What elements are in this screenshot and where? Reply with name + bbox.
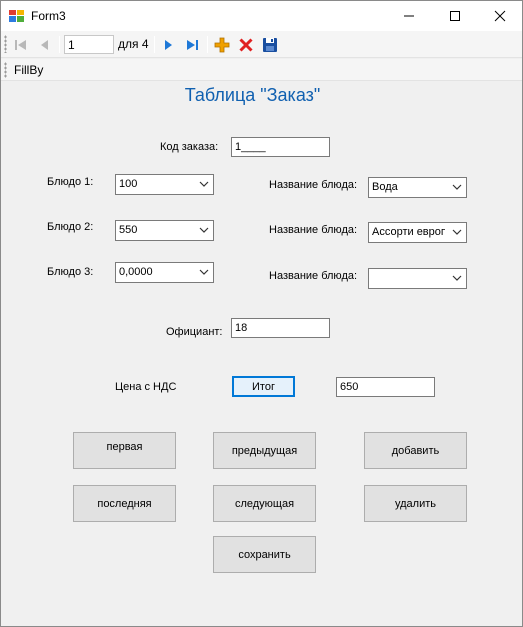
move-previous-button[interactable]	[34, 34, 56, 56]
form-icon	[9, 10, 24, 22]
waiter-input[interactable]	[231, 318, 330, 338]
close-icon	[494, 10, 506, 22]
chevron-down-icon	[199, 181, 209, 187]
position-input[interactable]	[64, 35, 114, 54]
page-title: Таблица "Заказ"	[184, 85, 321, 105]
delete-button[interactable]	[235, 34, 257, 56]
order-code-input[interactable]	[231, 137, 330, 157]
dishname3-label: Название блюда:	[269, 270, 358, 282]
delete-record-button[interactable]: удалить	[364, 485, 467, 522]
dishname3-select[interactable]	[368, 268, 467, 289]
move-first-icon	[15, 40, 26, 50]
add-button[interactable]: добавить	[364, 432, 467, 469]
toolstrip-grip[interactable]	[4, 35, 7, 53]
chevron-down-icon	[452, 275, 462, 281]
toolstrip-separator	[154, 36, 155, 53]
dishname2-label: Название блюда:	[269, 224, 358, 236]
order-code-label: Код заказа:	[160, 141, 219, 153]
dish3-label: Блюдо 3:	[47, 266, 94, 278]
add-icon	[214, 37, 230, 53]
maximize-button[interactable]	[432, 1, 478, 31]
delete-icon	[239, 38, 253, 52]
move-first-button[interactable]	[10, 34, 32, 56]
toolstrip-separator	[59, 36, 60, 53]
chevron-down-icon	[452, 184, 462, 190]
dish1-value: 100	[119, 178, 138, 190]
dish3-select[interactable]: 0,0000	[115, 262, 214, 283]
save-items-button[interactable]	[259, 34, 281, 56]
toolstrip-separator	[207, 36, 208, 53]
dish1-select[interactable]: 100	[115, 174, 214, 195]
dish2-select[interactable]: 550	[115, 220, 214, 241]
move-last-icon	[187, 40, 198, 50]
price-label: Цена с НДС	[115, 381, 177, 393]
window-title: Form3	[31, 9, 66, 23]
dish2-value: 550	[119, 224, 138, 236]
save-icon	[263, 38, 277, 52]
dishname1-value: Вода	[372, 181, 398, 193]
dish2-label: Блюдо 2:	[47, 221, 94, 233]
move-previous-icon	[41, 40, 48, 50]
dishname2-select[interactable]: Ассорти европе	[368, 222, 467, 243]
move-last-button[interactable]	[181, 34, 203, 56]
next-button[interactable]: следующая	[213, 485, 316, 522]
dish3-value: 0,0000	[119, 266, 153, 278]
close-button[interactable]	[477, 1, 523, 31]
maximize-icon	[450, 11, 460, 21]
chevron-down-icon	[199, 269, 209, 275]
count-label: для 4	[118, 37, 149, 51]
add-new-button[interactable]	[211, 34, 233, 56]
total-input[interactable]	[336, 377, 435, 397]
chevron-down-icon	[199, 227, 209, 233]
minimize-button[interactable]	[386, 1, 432, 31]
waiter-label: Официант:	[166, 326, 223, 338]
dishname1-label: Название блюда:	[269, 179, 358, 191]
first-button[interactable]: первая	[73, 432, 176, 469]
chevron-down-icon	[452, 229, 462, 235]
toolstrip-grip[interactable]	[4, 62, 7, 78]
dishname1-select[interactable]: Вода	[368, 177, 467, 198]
title-bar: Form3	[1, 1, 522, 31]
total-button[interactable]: Итог	[232, 376, 295, 397]
binding-navigator: для 4	[1, 31, 522, 58]
last-button[interactable]: последняя	[73, 485, 176, 522]
minimize-icon	[404, 15, 414, 17]
form-window: Form3 для 4	[0, 0, 523, 627]
save-button[interactable]: сохранить	[213, 536, 316, 573]
fillby-toolstrip: FillBy	[1, 59, 522, 81]
move-next-icon	[165, 40, 172, 50]
previous-button[interactable]: предыдущая	[213, 432, 316, 469]
dish1-label: Блюдо 1:	[47, 176, 94, 188]
dishname2-value: Ассорти европе	[372, 226, 445, 238]
move-next-button[interactable]	[157, 34, 179, 56]
fillby-button[interactable]: FillBy	[14, 63, 43, 77]
